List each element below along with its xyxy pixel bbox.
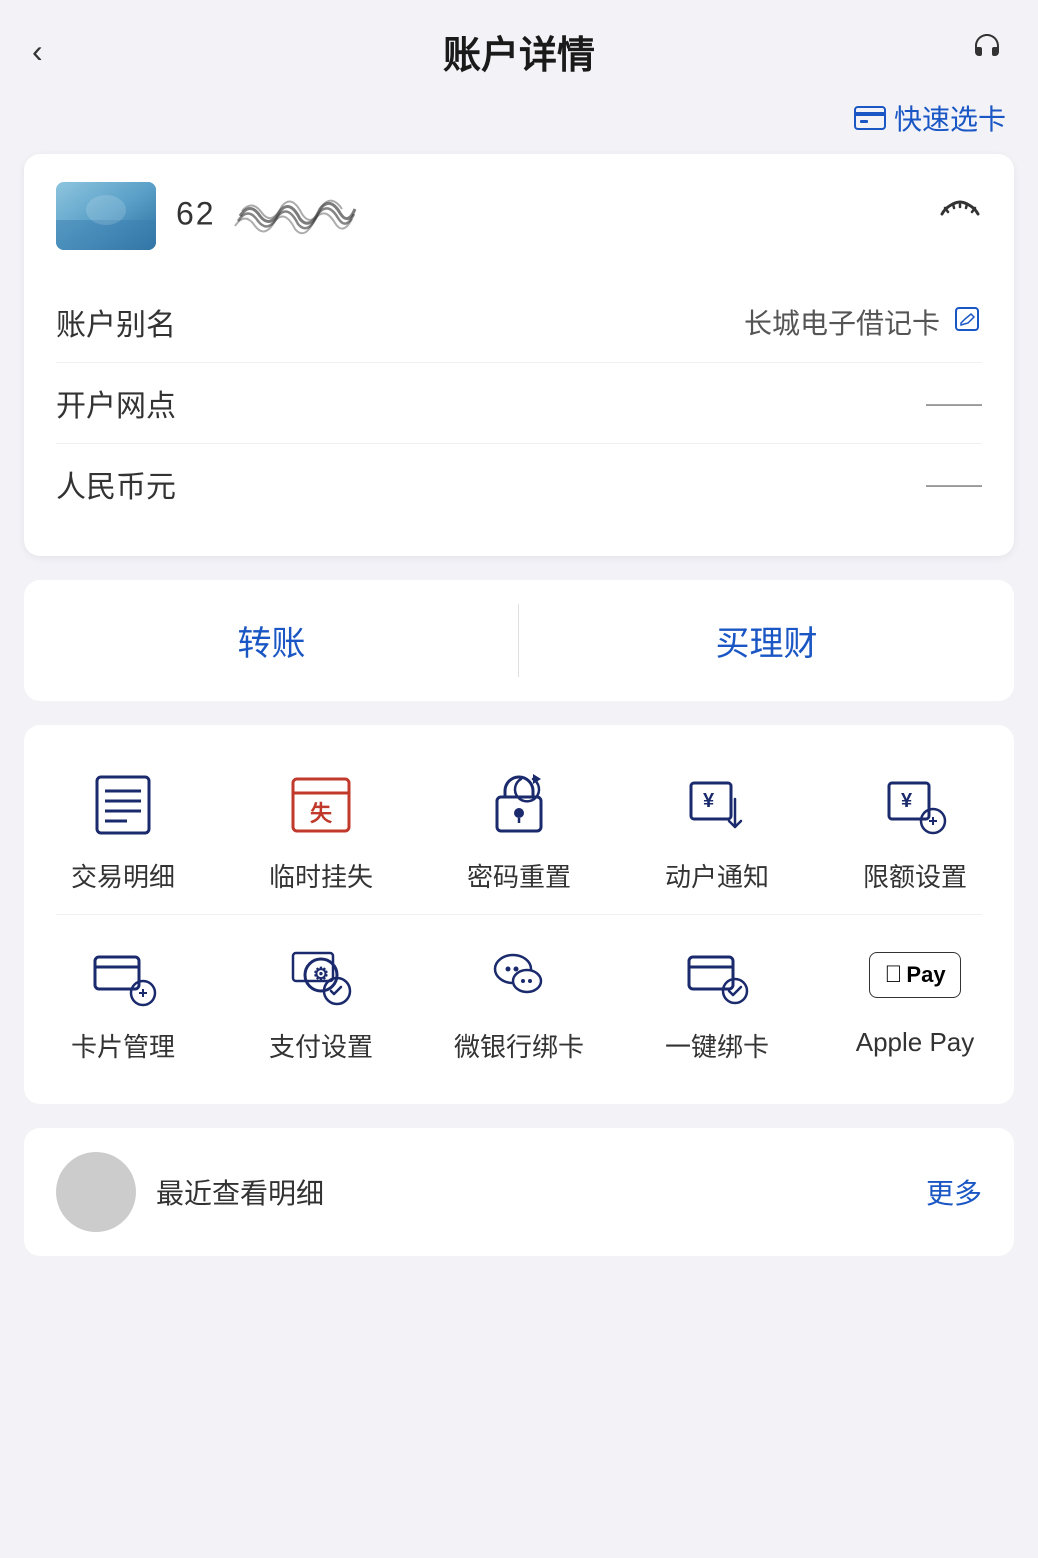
func-wechat-bind-label: 微银行绑卡	[454, 1027, 584, 1064]
func-pay-settings[interactable]: ⚙ 支付设置	[231, 935, 411, 1064]
func-password-label: 密码重置	[467, 857, 571, 894]
alias-value: 长城电子借记卡	[744, 302, 982, 342]
notify-icon: ¥	[677, 765, 757, 845]
svg-text:¥: ¥	[703, 790, 715, 812]
func-transaction[interactable]: 交易明细	[33, 765, 213, 894]
action-buttons: 转账 买理财	[24, 580, 1014, 701]
func-transaction-label: 交易明细	[71, 857, 175, 894]
toggle-visibility-icon[interactable]	[938, 195, 982, 237]
func-apple-pay-label: Apple Pay	[856, 1027, 975, 1058]
function-row-1: 交易明细 失 临时挂失	[24, 745, 1014, 914]
func-pay-settings-label: 支付设置	[269, 1027, 373, 1064]
function-grid: 交易明细 失 临时挂失	[24, 725, 1014, 1104]
card-type-text: 长城电子借记卡	[744, 302, 940, 342]
func-limit-label: 限额设置	[863, 857, 967, 894]
currency-value: ——	[926, 468, 982, 500]
card-thumbnail	[56, 182, 156, 250]
bottom-avatar	[56, 1152, 136, 1232]
quick-select-label: 快速选卡	[894, 98, 1006, 138]
bind-card-icon	[677, 935, 757, 1015]
func-bind-card-label: 一键绑卡	[665, 1027, 769, 1064]
password-icon	[479, 765, 559, 845]
func-suspend[interactable]: 失 临时挂失	[231, 765, 411, 894]
apple-pay-text: Pay	[906, 962, 945, 988]
apple-pay-icon:  Pay	[875, 935, 955, 1015]
suspend-icon: 失	[281, 765, 361, 845]
bottom-text: 最近查看明细	[156, 1172, 906, 1212]
pay-settings-icon: ⚙	[281, 935, 361, 1015]
func-notify-label: 动户通知	[665, 857, 769, 894]
wechat-bind-icon	[479, 935, 559, 1015]
transaction-icon	[83, 765, 163, 845]
func-wechat-bind[interactable]: 微银行绑卡	[429, 935, 609, 1064]
alias-label: 账户别名	[56, 300, 176, 344]
func-limit[interactable]: ¥ 限额设置	[825, 765, 1005, 894]
back-button[interactable]: ‹	[32, 33, 43, 70]
card-alias-row: 账户别名 长城电子借记卡	[56, 282, 982, 363]
card-section: 62 账户别名 长城电子借记卡	[24, 154, 1014, 556]
card-mgr-icon	[83, 935, 163, 1015]
func-card-mgr-label: 卡片管理	[71, 1027, 175, 1064]
quick-select-button[interactable]: 快速选卡	[854, 98, 1006, 138]
function-row-2: 卡片管理 ⚙ 支付设置	[24, 915, 1014, 1084]
func-bind-card[interactable]: 一键绑卡	[627, 935, 807, 1064]
transfer-button[interactable]: 转账	[24, 580, 519, 701]
branch-value: ——	[926, 387, 982, 419]
invest-button[interactable]: 买理财	[519, 580, 1014, 701]
headset-icon[interactable]	[968, 28, 1006, 74]
branch-row: 开户网点 ——	[56, 363, 982, 444]
func-password[interactable]: 密码重置	[429, 765, 609, 894]
svg-text:¥: ¥	[901, 790, 913, 812]
currency-label: 人民币元	[56, 462, 176, 506]
page-title: 账户详情	[443, 24, 595, 79]
quick-select-bar: 快速选卡	[0, 90, 1038, 154]
func-notify[interactable]: ¥ 动户通知	[627, 765, 807, 894]
bottom-section: 最近查看明细 更多	[24, 1128, 1014, 1256]
bottom-more-link[interactable]: 更多	[926, 1172, 982, 1212]
func-card-mgr[interactable]: 卡片管理	[33, 935, 213, 1064]
currency-row: 人民币元 ——	[56, 444, 982, 524]
apple-logo: 	[884, 961, 902, 989]
card-number: 62	[176, 191, 918, 241]
svg-text:失: 失	[310, 801, 333, 826]
branch-label: 开户网点	[56, 381, 176, 425]
func-suspend-label: 临时挂失	[269, 857, 373, 894]
card-number-row: 62	[56, 182, 982, 250]
limit-icon: ¥	[875, 765, 955, 845]
header: ‹ 账户详情	[0, 0, 1038, 90]
func-apple-pay[interactable]:  Pay Apple Pay	[825, 935, 1005, 1064]
edit-alias-icon[interactable]	[952, 304, 982, 341]
